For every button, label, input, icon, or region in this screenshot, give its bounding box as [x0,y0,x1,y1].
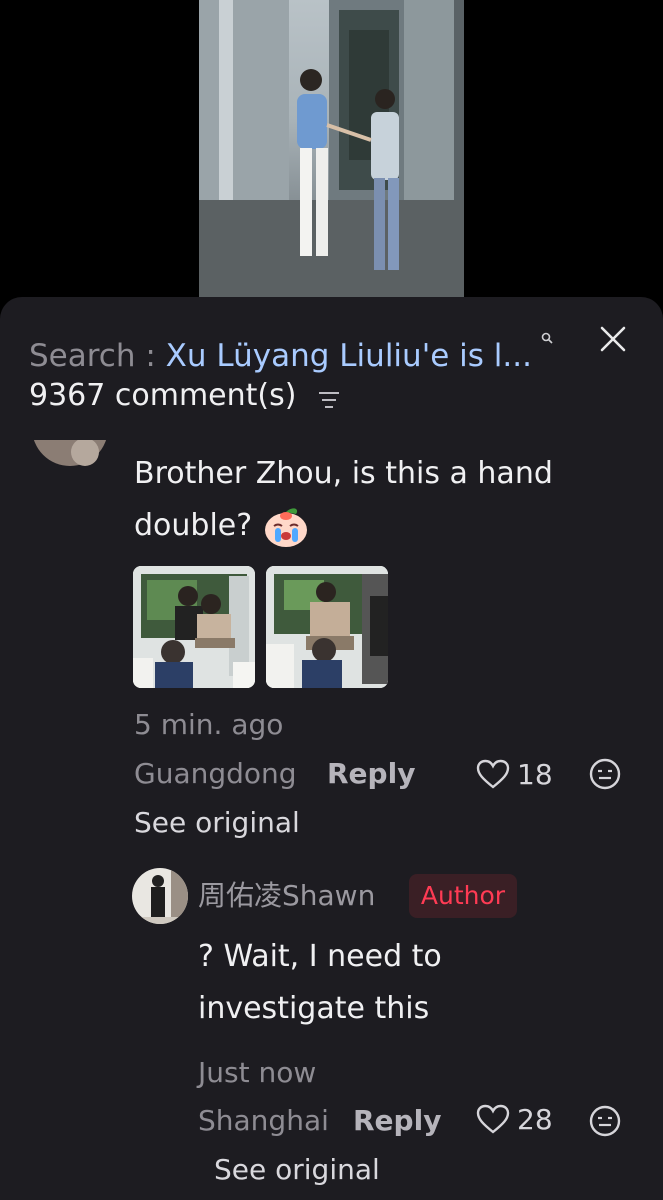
reply-text-line: ? Wait, I need to [198,939,442,974]
video-preview[interactable] [199,0,464,297]
reply-username[interactable]: 周佑凌Shawn [198,876,375,916]
close-icon [600,326,626,352]
comment-location: Guangdong [134,757,297,790]
close-button[interactable] [596,322,630,356]
search-icon[interactable] [541,332,553,344]
heart-icon [476,1104,510,1134]
comment-text: Brother Zhou, is this a hand double? [134,448,634,552]
like-button[interactable]: 28 [475,1099,553,1139]
comment-image-1[interactable] [133,566,255,688]
photo-image [133,566,255,688]
comment-time: 5 min. ago [134,708,284,741]
crying-peach-emoji [265,508,308,547]
reply-text-line: investigate this [198,991,430,1026]
reply-button[interactable]: Reply [327,754,415,794]
avatar[interactable] [30,412,110,468]
like-button[interactable]: 18 [475,754,553,794]
comment-text-line-2: double? [134,500,634,552]
emoji-reaction-icon[interactable] [588,757,622,791]
heart-icon [476,759,510,789]
comment-text-line: Brother Zhou, is this a hand [134,456,553,491]
search-prefix: Search : [29,338,166,374]
search-query-link[interactable]: Xu Lüyang Liuliu'e is l... [166,338,532,374]
search-header[interactable]: Search : Xu Lüyang Liuliu'e is l... [29,334,532,378]
reply-location: Shanghai [198,1104,329,1137]
like-count: 28 [517,1102,553,1136]
reply-button[interactable]: Reply [353,1101,441,1141]
video-frame-image [199,0,464,297]
see-original-link[interactable]: See original [134,803,300,843]
like-count: 18 [517,757,553,791]
see-original-link[interactable]: See original [214,1150,380,1190]
emoji-reaction-icon[interactable] [588,1104,622,1138]
photo-image [266,566,388,688]
author-badge: Author [409,874,517,918]
reply-text: ? Wait, I need to investigate this [198,931,442,1035]
reply-time: Just now [198,1056,317,1089]
sort-lines-icon[interactable] [318,390,340,410]
avatar[interactable] [131,867,189,925]
comment-text-fragment: double? [134,508,253,543]
comment-image-2[interactable] [266,566,388,688]
